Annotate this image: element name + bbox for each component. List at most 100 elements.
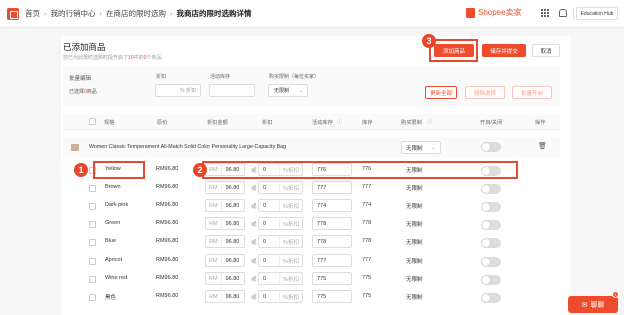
row-checkbox[interactable] (89, 185, 96, 192)
discount-input[interactable]: 0 %折扣 (258, 254, 303, 267)
discount-value: 0 (263, 220, 267, 227)
highlight-box (202, 161, 518, 179)
stock-value: 777 (362, 257, 372, 263)
campaign-stock-value: 777 (317, 184, 327, 191)
variant-toggle[interactable] (481, 238, 501, 248)
row-checkbox[interactable] (89, 258, 96, 265)
shopee-logo-icon[interactable] (7, 7, 19, 20)
discounted-price-input[interactable]: RM 96.80 (205, 290, 245, 303)
discount-input[interactable]: 0 %折扣 (258, 181, 303, 194)
column-header: 开启/关闭 (480, 120, 503, 126)
campaign-stock-input[interactable]: 775 (312, 290, 352, 303)
campaign-stock-input[interactable]: 775 (312, 272, 352, 285)
subtitle-text: 中的 (133, 55, 144, 61)
product-limit-select[interactable]: 无限制 ⌄ (401, 141, 441, 154)
batch-enable-button[interactable]: 批量开启 (512, 86, 552, 99)
campaign-stock-input[interactable]: 778 (312, 217, 352, 230)
select-all-checkbox[interactable] (89, 118, 96, 125)
variant-toggle[interactable] (481, 257, 501, 267)
save-submit-button[interactable]: 储存并提交 (482, 44, 526, 57)
purchase-limit: 无限制 (406, 277, 423, 283)
row-checkbox[interactable] (89, 221, 96, 228)
currency-prefix: RM (206, 291, 222, 302)
breadcrumb-current: 我商店的限时选购详情 (176, 9, 252, 18)
row-checkbox[interactable] (89, 203, 96, 210)
discount-input[interactable]: 0 %折扣 (258, 272, 303, 285)
bell-icon[interactable] (559, 9, 567, 17)
breadcrumb-home[interactable]: 首页 (25, 8, 40, 19)
trash-icon[interactable]: 🗑 (538, 142, 547, 150)
campaign-stock-input[interactable]: 777 (312, 254, 352, 267)
percent-off-suffix: %折扣 (279, 273, 302, 284)
page-subtitle: 您已为此限时选购时段开启了10中的0个商品。 (63, 54, 166, 61)
cancel-button[interactable]: 取消 (532, 44, 560, 57)
breadcrumb-flash-sale[interactable]: 在商店的限时选购 (106, 8, 166, 19)
batch-stock-input[interactable] (209, 84, 255, 97)
variant-toggle[interactable] (481, 275, 501, 285)
campaign-stock-value: 777 (317, 257, 327, 264)
delete-selected-button[interactable]: 删除选择 (465, 86, 505, 99)
discount-input[interactable]: 0 %折扣 (258, 290, 303, 303)
info-icon[interactable]: ⓘ (427, 118, 432, 125)
callout-2: 2 (193, 163, 207, 177)
variant-name: Apricot (105, 257, 123, 263)
discounted-price-input[interactable]: RM 96.80 (205, 181, 245, 194)
product-toggle[interactable] (481, 142, 501, 152)
column-header: 折扣 (262, 120, 273, 126)
discount-value: 0 (263, 238, 267, 245)
campaign-stock-value: 775 (317, 275, 327, 282)
purchase-limit: 无限制 (406, 259, 423, 265)
column-header: 操作 (535, 120, 546, 126)
campaign-stock-input[interactable]: 777 (312, 181, 352, 194)
chat-button[interactable]: ✉ 聊聊 (568, 296, 618, 313)
brand-name: Shopee卖家 (478, 8, 522, 17)
row-checkbox[interactable] (89, 294, 96, 301)
variant-name: Blue (105, 238, 117, 244)
discount-value: 0 (263, 275, 267, 282)
original-price: RM96.80 (156, 220, 179, 226)
stock-value: 774 (362, 202, 372, 208)
currency-prefix: RM (206, 200, 222, 211)
breadcrumb-separator-icon: › (99, 9, 103, 18)
education-hub-button[interactable]: Education Hub (576, 7, 618, 20)
breadcrumb-separator-icon: › (170, 9, 173, 18)
breadcrumb-marketing[interactable]: 我的行销中心 (51, 8, 96, 19)
original-price: RM96.80 (156, 257, 179, 263)
variant-name: Brown (105, 184, 121, 190)
discounted-price-input[interactable]: RM 96.80 (205, 217, 245, 230)
discount-value: 0 (263, 293, 267, 300)
discount-input[interactable]: 0 %折扣 (258, 199, 303, 212)
discounted-price-input[interactable]: RM 96.80 (205, 199, 245, 212)
apps-grid-icon[interactable] (541, 9, 549, 17)
campaign-stock-input[interactable]: 774 (312, 199, 352, 212)
row-checkbox[interactable] (89, 276, 96, 283)
column-header: 折扣金额 (207, 120, 228, 126)
variant-toggle[interactable] (481, 184, 501, 194)
callout-1: 1 (74, 163, 88, 177)
selected-label: 商品 (86, 89, 97, 95)
row-checkbox[interactable] (89, 239, 96, 246)
batch-discount-input[interactable]: % 折扣 (155, 84, 201, 97)
discounted-price-input[interactable]: RM 96.80 (205, 254, 245, 267)
discounted-price-input[interactable]: RM 96.80 (205, 272, 245, 285)
discount-input[interactable]: 0 %折扣 (258, 235, 303, 248)
variant-toggle[interactable] (481, 202, 501, 212)
purchase-limit: 无限制 (406, 295, 423, 301)
original-price: RM96.80 (156, 166, 179, 172)
variant-toggle[interactable] (481, 220, 501, 230)
or-label: 或 (251, 295, 257, 301)
column-header: 库存 (362, 120, 373, 126)
column-header: 活动库存 (312, 120, 333, 126)
subtitle-text: 您已为此限时选购时段开启了 (63, 55, 129, 61)
original-price: RM96.80 (156, 184, 179, 190)
discounted-price-input[interactable]: RM 96.80 (205, 235, 245, 248)
stock-value: 777 (362, 184, 372, 190)
batch-limit-select[interactable]: 无限制 ⌄ (268, 84, 308, 97)
campaign-stock-input[interactable]: 778 (312, 235, 352, 248)
info-icon[interactable]: ⓘ (337, 118, 342, 125)
variant-toggle[interactable] (481, 293, 501, 303)
discount-input[interactable]: 0 %折扣 (258, 217, 303, 230)
update-all-button[interactable]: 更新全部 (425, 86, 457, 99)
or-label: 或 (251, 240, 257, 246)
original-price: RM96.80 (156, 293, 179, 299)
